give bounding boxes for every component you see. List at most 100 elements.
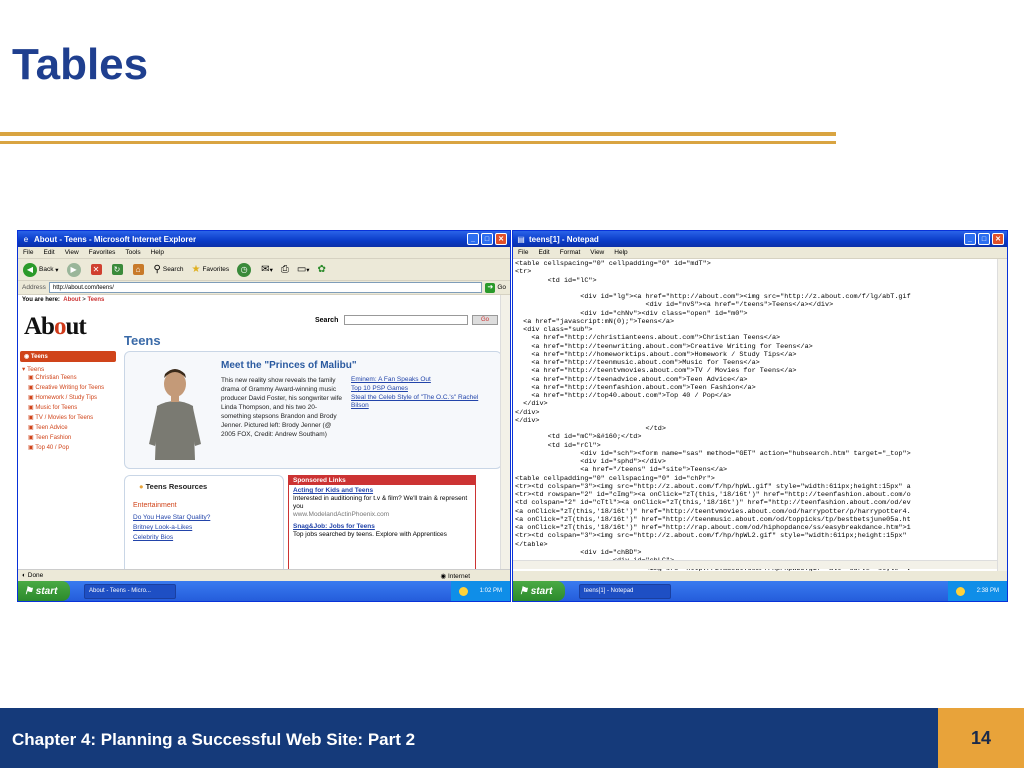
taskbar-item-ie[interactable]: About - Teens - Micro... bbox=[84, 583, 176, 599]
menu-edit[interactable]: Edit bbox=[43, 249, 54, 256]
favorites-button[interactable]: ★ Favorites bbox=[191, 264, 229, 275]
code-line: <td id="rCl"> bbox=[515, 441, 601, 450]
notepad-horizontal-scrollbar[interactable] bbox=[513, 560, 997, 569]
nav-item-teen-fashion[interactable]: ▣ Teen Fashion bbox=[18, 434, 118, 444]
code-line: <td id="mC">&#160;</td> bbox=[515, 433, 642, 442]
menu-format[interactable]: Format bbox=[560, 249, 581, 256]
feature-link-oc[interactable]: Steal the Celeb Style of "The O.C.'s" Ra… bbox=[351, 394, 491, 410]
refresh-button[interactable]: ↻ bbox=[111, 264, 125, 275]
start-button[interactable]: ⚑ start bbox=[18, 581, 70, 601]
about-logo[interactable]: About bbox=[24, 313, 87, 341]
menu-edit[interactable]: Edit bbox=[538, 249, 549, 256]
go-button[interactable]: ➜ Go bbox=[485, 282, 506, 293]
html-source: <table cellspacing="0" cellpadding="0" i… bbox=[513, 259, 997, 571]
home-button[interactable]: ⌂ bbox=[132, 264, 146, 275]
code-line: </div> bbox=[515, 416, 540, 425]
menu-file[interactable]: File bbox=[23, 249, 33, 256]
nav-item-christian-teens[interactable]: ▣ Christian Teens bbox=[18, 374, 118, 384]
start-button[interactable]: ⚑ start bbox=[513, 581, 565, 601]
history-button[interactable]: ◷ bbox=[237, 262, 253, 277]
code-line: </div> bbox=[515, 400, 548, 409]
menu-tools[interactable]: Tools bbox=[125, 249, 140, 256]
code-line: <div class="sub"> bbox=[515, 326, 593, 334]
nav-section-teens[interactable]: ▾ Teens bbox=[18, 362, 118, 374]
sponsored-item-text: Interested in auditioning for t.v & film… bbox=[293, 495, 468, 510]
sponsored-item-url[interactable]: www.ModelandActinPhoenix.com bbox=[293, 511, 389, 518]
messenger-button[interactable]: ✿ bbox=[318, 264, 326, 275]
close-icon[interactable]: ✕ bbox=[992, 233, 1004, 245]
sponsored-item-title[interactable]: Acting for Kids and Teens bbox=[293, 487, 373, 494]
feature-title[interactable]: Meet the "Princes of Malibu" bbox=[221, 360, 357, 371]
tray-icon[interactable] bbox=[458, 586, 468, 596]
ie-titlebar[interactable]: e About - Teens - Microsoft Internet Exp… bbox=[18, 231, 510, 247]
nav-item-label: Creative Writing for Teens bbox=[35, 385, 105, 391]
nav-item-teen-advice[interactable]: ▣ Teen Advice bbox=[18, 424, 118, 434]
nav-item-music[interactable]: ▣ Music for Teens bbox=[18, 404, 118, 414]
notepad-text-area[interactable]: <table cellspacing="0" cellpadding="0" i… bbox=[513, 259, 997, 571]
code-line: <div id="chNv"><div class="open" id="m0"… bbox=[515, 309, 748, 318]
site-search-go-button[interactable]: Go bbox=[472, 315, 498, 325]
search-button[interactable]: ⚲ Search bbox=[154, 264, 184, 275]
code-line: <a href="http://teenmusic.about.com">Mus… bbox=[515, 359, 760, 367]
minimize-icon[interactable]: _ bbox=[467, 233, 479, 245]
code-line: <div id="sphd"></div> bbox=[515, 458, 666, 466]
code-line: <a href="http://teentvmovies.about.com">… bbox=[515, 367, 797, 376]
breadcrumb-prefix: You are here: bbox=[22, 297, 60, 303]
notepad-window-title: teens[1] - Notepad bbox=[529, 234, 599, 244]
code-line: <tr> bbox=[515, 268, 532, 277]
bullet-icon: ● bbox=[139, 482, 144, 491]
start-label: start bbox=[35, 585, 58, 597]
taskbar-item-notepad[interactable]: teens[1] - Notepad bbox=[579, 583, 671, 599]
code-line: <div id="lg"><a href="http://about.com">… bbox=[515, 293, 911, 301]
menu-file[interactable]: File bbox=[518, 249, 528, 256]
print-button[interactable]: ⎙ bbox=[281, 264, 289, 275]
feature-link-psp[interactable]: Top 10 PSP Games bbox=[351, 385, 491, 393]
page-number-box: 14 bbox=[938, 708, 1024, 768]
address-input[interactable]: http://about.com/teens/ bbox=[48, 282, 483, 293]
maximize-icon[interactable]: □ bbox=[481, 233, 493, 245]
feature-link-eminem[interactable]: Eminem: A Fan Speaks Out bbox=[351, 376, 491, 384]
notepad-titlebar[interactable]: ▤ teens[1] - Notepad _ □ ✕ bbox=[513, 231, 1007, 247]
feature-panel: Meet the "Princes of Malibu" This new re… bbox=[124, 351, 502, 469]
code-line: <table cellpadding="0" cellspacing="0" i… bbox=[515, 474, 715, 483]
notepad-vertical-scrollbar[interactable] bbox=[997, 259, 1007, 571]
site-search-input[interactable] bbox=[344, 315, 468, 325]
tray-icon[interactable] bbox=[955, 586, 965, 596]
forward-button[interactable]: ▶ bbox=[66, 262, 83, 277]
resource-link-celebrity-bios[interactable]: Celebrity Bios bbox=[133, 534, 283, 541]
refresh-icon: ↻ bbox=[111, 264, 123, 275]
menu-favorites[interactable]: Favorites bbox=[89, 249, 116, 256]
sponsored-item[interactable]: Acting for Kids and Teens Interested in … bbox=[289, 485, 475, 521]
ie-statusbar: ◐ Done ◉ Internet bbox=[18, 569, 510, 581]
breadcrumb-about[interactable]: About bbox=[63, 297, 80, 303]
stop-button[interactable]: ✕ bbox=[90, 264, 104, 275]
person-photo[interactable] bbox=[143, 364, 207, 460]
edit-button[interactable]: ▭ ▾ bbox=[297, 264, 310, 275]
nav-item-homework[interactable]: ▣ Homework / Study Tips bbox=[18, 394, 118, 404]
clock: 1:02 PM bbox=[479, 588, 502, 594]
sponsored-item[interactable]: Snag&Job: Jobs for Teens Top jobs search… bbox=[289, 521, 475, 541]
menu-view[interactable]: View bbox=[65, 249, 79, 256]
menu-view[interactable]: View bbox=[590, 249, 604, 256]
nav-item-tv-movies[interactable]: ▣ TV / Movies for Teens bbox=[18, 414, 118, 424]
close-icon[interactable]: ✕ bbox=[495, 233, 507, 245]
minimize-icon[interactable]: _ bbox=[964, 233, 976, 245]
back-button[interactable]: ◀ Back ▾ bbox=[23, 262, 59, 277]
menu-help[interactable]: Help bbox=[151, 249, 164, 256]
ie-vertical-scrollbar[interactable] bbox=[500, 295, 510, 571]
menu-help[interactable]: Help bbox=[614, 249, 627, 256]
page-heading: Teens bbox=[124, 333, 161, 348]
nav-section-label: Teens bbox=[26, 366, 45, 373]
code-line: <a onClick="zT(this,'18/16t')" href="htt… bbox=[515, 507, 911, 516]
resource-link-britney[interactable]: Britney Look-a-Likes bbox=[133, 524, 283, 531]
sponsored-item-title[interactable]: Snag&Job: Jobs for Teens bbox=[293, 523, 375, 530]
breadcrumb-teens[interactable]: Teens bbox=[87, 297, 104, 303]
nav-item-top40[interactable]: ▣ Top 40 / Pop bbox=[18, 444, 118, 454]
feature-text: This new reality show reveals the family… bbox=[221, 377, 343, 438]
maximize-icon[interactable]: □ bbox=[978, 233, 990, 245]
resource-link-star-quality[interactable]: Do You Have Star Quality? bbox=[133, 514, 283, 521]
mail-button[interactable]: ✉ ▾ bbox=[261, 264, 273, 275]
nav-item-creative-writing[interactable]: ▣ Creative Writing for Teens bbox=[18, 384, 118, 394]
nav-selected-teens[interactable]: ◉ Teens bbox=[20, 351, 116, 362]
favorites-label: Favorites bbox=[202, 266, 230, 273]
